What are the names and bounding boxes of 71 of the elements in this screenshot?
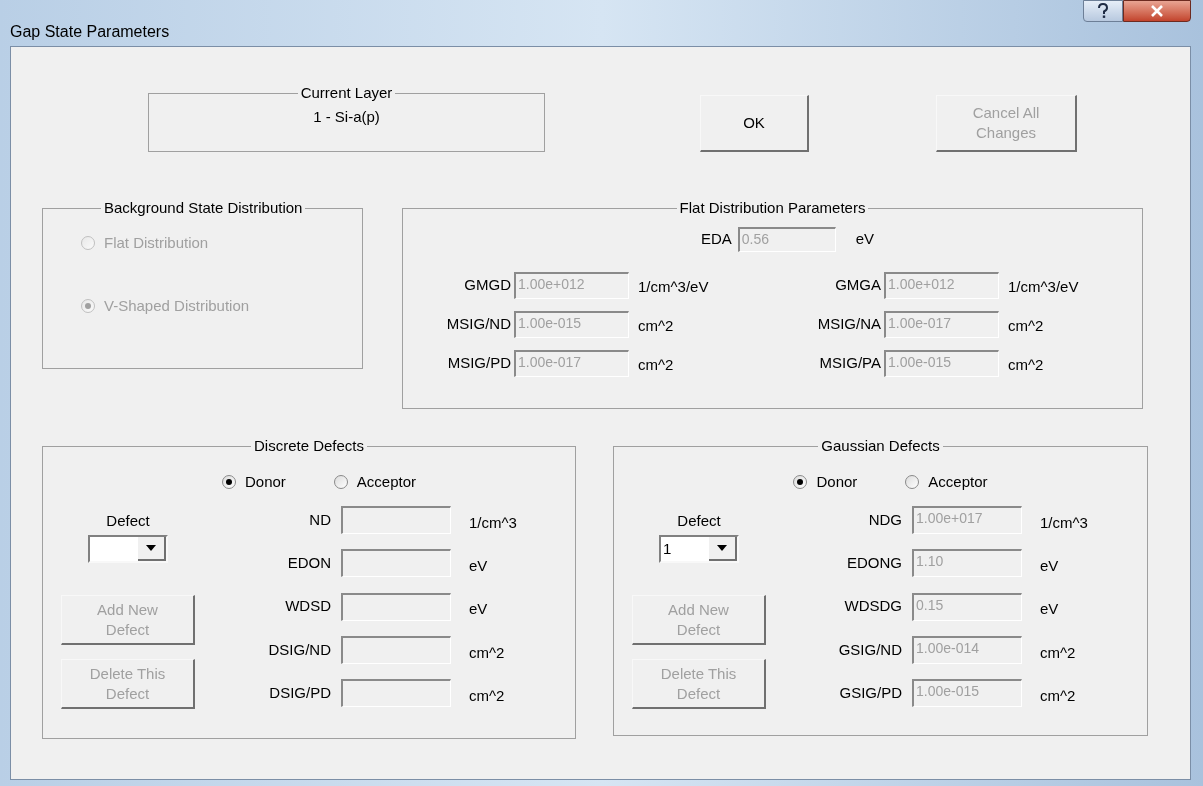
radio-label: V-Shaped Distribution [104, 295, 250, 316]
unit-label: 1/cm^3/eV [637, 277, 710, 298]
group-title: Current Layer [299, 84, 394, 102]
field-value: 1.00e-015 [888, 354, 952, 370]
field-label: WDSDG [843, 596, 902, 617]
defect-dropdown[interactable] [88, 535, 168, 563]
field-label: EDON [286, 553, 331, 574]
unit-label: eV [469, 556, 489, 577]
radio-label: Flat Distribution [104, 233, 209, 253]
unit-label: cm^2 [1007, 355, 1045, 376]
field-value: 1.00e-015 [916, 683, 980, 700]
radio-button[interactable] [793, 475, 808, 490]
field-label: MSIG/PD [446, 353, 512, 374]
field-label: NDG [867, 509, 902, 530]
radio-label: Donor [816, 472, 858, 492]
field-label: GSIG/ND [837, 639, 902, 660]
field-label: GSIG/PD [838, 683, 902, 704]
field-label: GMGA [834, 275, 882, 296]
field-label: MSIG/PA [818, 353, 882, 374]
unit-label: eV [1040, 556, 1060, 577]
field-value: 1.00e-015 [518, 315, 582, 331]
field-value: 1.10 [916, 553, 944, 570]
field-label: ND [308, 509, 331, 530]
help-icon[interactable] [1083, 0, 1123, 22]
dialog-button[interactable]: OK [700, 95, 809, 152]
unit-label: cm^2 [469, 686, 506, 707]
field-label: DSIG/PD [268, 683, 331, 704]
unit-label: cm^2 [469, 642, 506, 663]
unit-label: 1/cm^3 [1040, 512, 1088, 533]
group-title: Background State Distribution [103, 199, 304, 217]
radio-button[interactable] [333, 475, 348, 490]
unit-label: eV [469, 599, 489, 620]
unit-label: 1/cm^3/eV [1007, 277, 1080, 298]
unit-label: cm^2 [1007, 316, 1045, 337]
field-value: 1.00e+012 [888, 276, 955, 292]
group-title: Gaussian Defects [820, 437, 941, 455]
close-icon[interactable] [1123, 0, 1191, 22]
radio-button[interactable] [905, 475, 920, 490]
radio-label: Acceptor [928, 472, 988, 492]
field-value: 1.00e-014 [916, 640, 980, 657]
defect-label: Defect [677, 510, 721, 531]
unit-label: cm^2 [1040, 686, 1077, 707]
field-value: 1.00e+017 [916, 510, 983, 527]
field-label: DSIG/ND [267, 639, 331, 660]
radio-button[interactable] [221, 475, 236, 490]
unit-label: cm^2 [1040, 642, 1077, 663]
defect-dropdown[interactable]: 1 [659, 535, 739, 563]
unit-label: 1/cm^3 [469, 512, 517, 533]
unit-label: cm^2 [637, 355, 675, 376]
field-label: MSIG/NA [816, 314, 882, 335]
field-value: 1.00e-017 [888, 315, 952, 331]
current-layer-value: 1 - Si-a(p) [312, 107, 381, 127]
field-label: GMGD [463, 275, 512, 296]
field-value: 1.00e+012 [518, 276, 585, 292]
defect-value: 1 [663, 540, 672, 557]
field-value: 0.56 [741, 231, 769, 247]
unit-label: cm^2 [637, 316, 675, 337]
defect-label: Defect [106, 510, 150, 531]
field-label: MSIG/ND [445, 314, 512, 335]
field-value: 0.15 [916, 596, 944, 613]
radio-label: Acceptor [356, 472, 417, 492]
unit-label: eV [855, 229, 875, 250]
field-label: WDSD [284, 596, 331, 617]
radio-label: Donor [244, 472, 286, 492]
field-label: EDA [700, 229, 732, 250]
field-value: 1.00e-017 [518, 354, 582, 370]
unit-label: eV [1040, 599, 1060, 620]
field-label: EDONG [846, 553, 902, 574]
window-title: Gap State Parameters [10, 22, 170, 42]
group-title: Flat Distribution Parameters [678, 199, 867, 217]
group-title: Discrete Defects [252, 437, 365, 455]
